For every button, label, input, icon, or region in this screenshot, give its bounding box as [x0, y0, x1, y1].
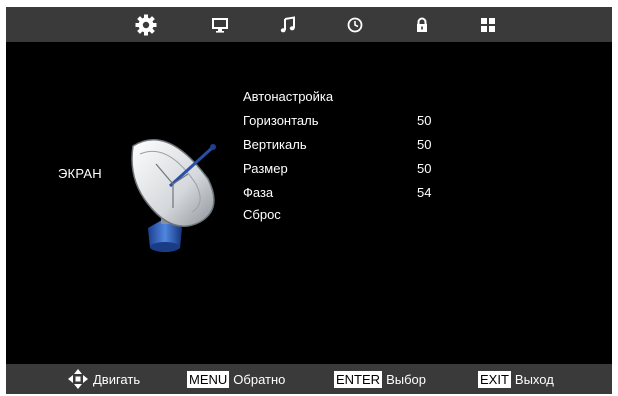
hint-select: ENTER Выбор [334, 364, 426, 394]
clock-icon [347, 17, 363, 32]
hint-exit-label: Выход [514, 371, 554, 387]
exit-key: EXIT [478, 370, 511, 388]
direction-arrows-icon [68, 369, 88, 389]
hint-exit: EXIT Выход [478, 364, 554, 394]
phase-value: 54 [417, 185, 432, 200]
menu-item-vertical[interactable]: Вертикаль [243, 134, 307, 156]
hint-move-label: Двигать [93, 371, 141, 387]
tab-bar [6, 7, 612, 42]
tab-sound[interactable] [270, 7, 306, 42]
hint-back: MENU Обратно [187, 364, 285, 394]
menu-panel: ЭКРАН Автонастройка Горизонталь 50 Верти… [6, 42, 612, 364]
section-title: ЭКРАН [58, 166, 102, 181]
music-note-icon [280, 15, 295, 32]
menu-item-size[interactable]: Размер [243, 158, 288, 180]
menu-item-phase[interactable]: Фаза [243, 182, 273, 204]
tab-lock[interactable] [404, 7, 440, 42]
hint-select-label: Выбор [386, 371, 426, 387]
monitor-icon [212, 17, 228, 33]
menu-item-horizontal[interactable]: Горизонталь [243, 110, 319, 132]
tab-settings[interactable] [128, 7, 164, 42]
osd-screen: ЭКРАН Автонастройка Горизонталь 50 Верти… [6, 7, 612, 394]
vertical-value: 50 [417, 137, 432, 152]
horizontal-value: 50 [417, 113, 432, 128]
satellite-dish-icon [131, 138, 216, 252]
menu-item-auto-adjust[interactable]: Автонастройка [243, 86, 333, 108]
hint-back-label: Обратно [233, 371, 286, 387]
lock-icon [417, 17, 427, 32]
tab-apps[interactable] [470, 7, 506, 42]
tab-picture[interactable] [202, 7, 238, 42]
size-value: 50 [417, 161, 432, 176]
tab-timer[interactable] [337, 7, 373, 42]
hint-bar: Двигать MENU Обратно ENTER Выбор EXIT Вы… [6, 364, 612, 394]
grid-icon [481, 17, 495, 32]
enter-key: ENTER [334, 370, 383, 388]
menu-item-reset[interactable]: Сброс [243, 204, 281, 226]
menu-key: MENU [187, 370, 230, 388]
hint-move: Двигать [67, 364, 140, 394]
gear-icon [135, 14, 157, 35]
